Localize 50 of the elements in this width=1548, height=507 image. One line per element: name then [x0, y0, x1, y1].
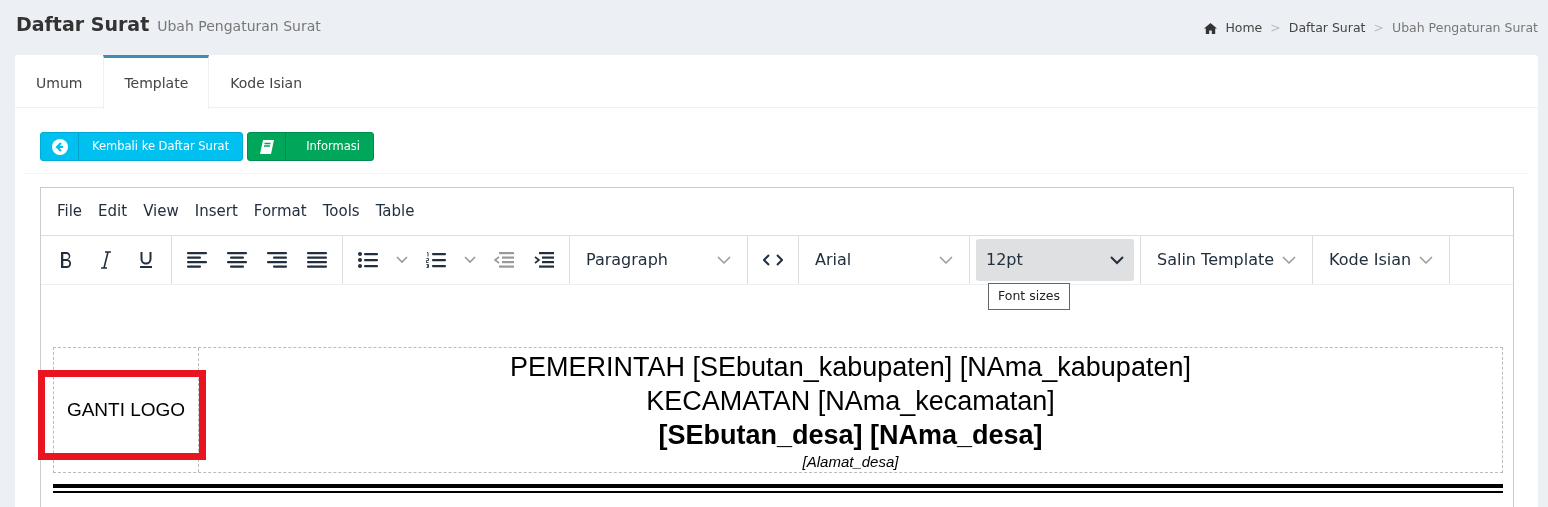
chevron-down-icon: [717, 255, 731, 265]
dropdown-menu-button[interactable]: Kode Isian: [1319, 239, 1444, 281]
chevron-down-icon: [1282, 255, 1297, 265]
home-icon: [1204, 22, 1218, 34]
breadcrumb-current: Ubah Pengaturan Surat: [1392, 19, 1538, 37]
breadcrumb-link[interactable]: Daftar Surat: [1288, 19, 1366, 38]
indent-icon: [534, 252, 554, 268]
align-center-icon: [227, 252, 247, 268]
book-icon: [258, 138, 275, 155]
letterhead-line: [SEbutan_desa] [NAma_desa]: [658, 420, 1043, 450]
dropdown-select[interactable]: 12pt: [976, 239, 1134, 281]
dropdown-select[interactable]: Paragraph: [576, 239, 741, 281]
tab[interactable]: Kode Isian: [209, 55, 324, 108]
arrow-left-icon: [51, 138, 68, 155]
dropdown-menu-button[interactable]: Salin Template: [1147, 239, 1307, 281]
chevron-down-icon: [939, 255, 953, 265]
page-title: Daftar Surat: [16, 12, 150, 37]
tooltip: Font sizes: [988, 283, 1070, 310]
breadcrumb-link[interactable]: Home: [1225, 19, 1263, 38]
dropdown-select[interactable]: Arial: [805, 239, 963, 281]
menu-item[interactable]: Tools: [314, 200, 368, 223]
italic-icon: [100, 251, 112, 269]
letterhead-line: [Alamat_desa]: [802, 453, 899, 470]
outdent-icon: [494, 252, 514, 268]
dropdown-caret-icon: [464, 256, 476, 264]
menu-item[interactable]: Format: [245, 200, 315, 223]
menu-item[interactable]: View: [135, 200, 187, 223]
align-left-icon: [187, 252, 207, 268]
page-subtitle: Ubah Pengaturan Surat: [157, 17, 321, 36]
breadcrumb-separator: >: [1373, 19, 1384, 37]
justify-icon: [307, 252, 327, 268]
numbered-list-icon: [426, 252, 446, 268]
underline-icon: [139, 251, 153, 269]
tab[interactable]: Template: [103, 55, 210, 109]
tab[interactable]: Umum: [15, 55, 104, 108]
menu-item[interactable]: Insert: [186, 200, 246, 223]
chevron-down-icon: [1110, 255, 1124, 265]
bullet-list-icon: [358, 252, 378, 268]
source-code-icon: [763, 254, 783, 266]
logo-placeholder-text: GANTI LOGO: [66, 397, 186, 422]
letterhead-line: PEMERINTAH [SEbutan_kabupaten] [NAma_kabupaten]: [510, 352, 1191, 382]
chevron-down-icon: [1419, 255, 1434, 265]
letterhead-line: KECAMATAN [NAma_kecamatan]: [646, 386, 1055, 416]
menu-item[interactable]: File: [49, 200, 91, 223]
align-right-icon: [267, 252, 287, 268]
menu-item[interactable]: Edit: [90, 200, 136, 223]
menu-item[interactable]: Table: [367, 200, 423, 223]
bold-icon: [59, 251, 73, 269]
dropdown-caret-icon: [396, 256, 408, 264]
breadcrumb-separator: >: [1270, 19, 1281, 37]
